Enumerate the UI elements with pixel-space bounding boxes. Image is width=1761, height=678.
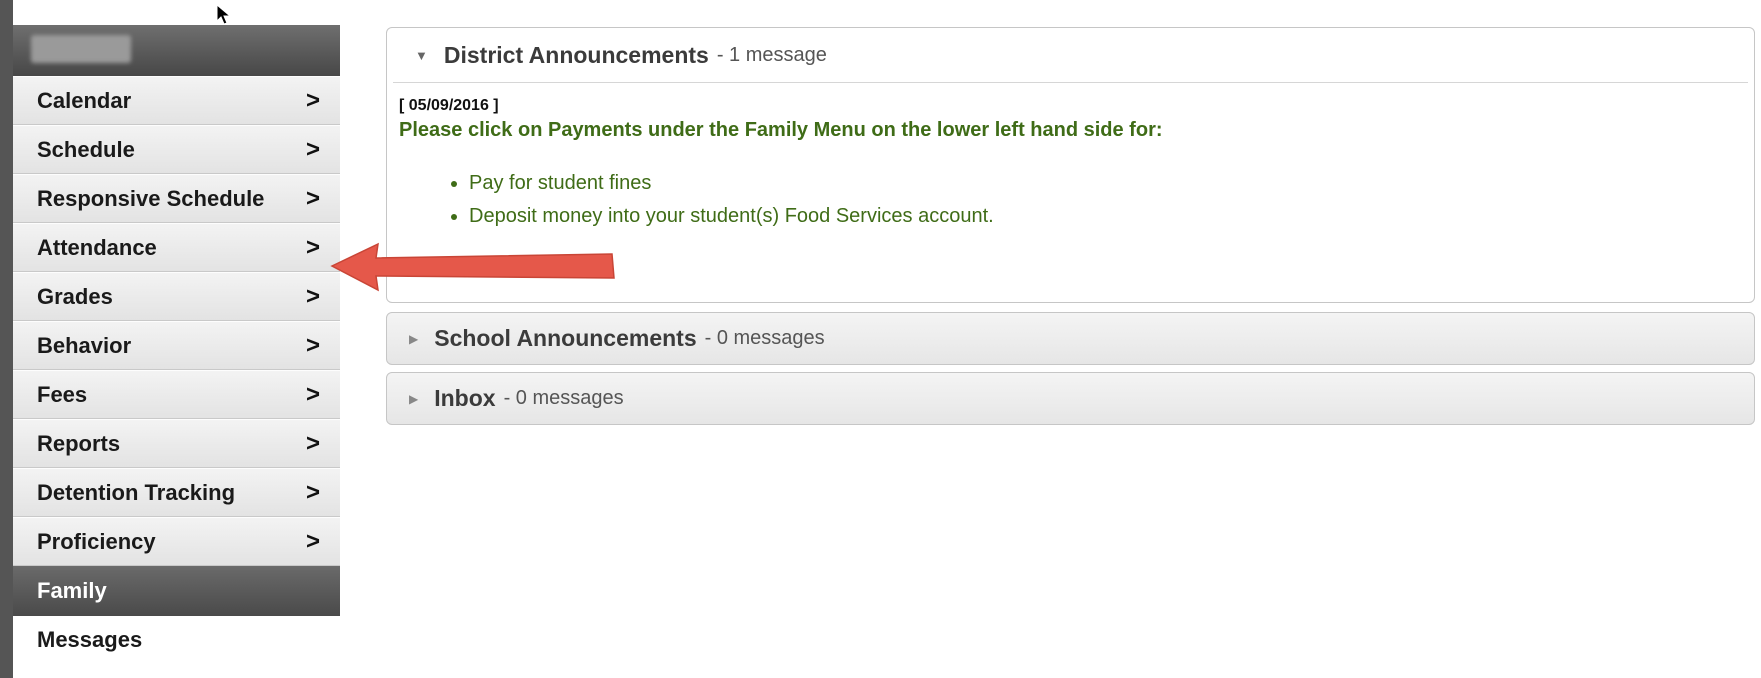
sidebar-item-label: Behavior	[37, 332, 132, 358]
sidebar-item-responsive-schedule[interactable]: Responsive Schedule >	[13, 174, 340, 223]
sidebar-item-proficiency[interactable]: Proficiency >	[13, 517, 340, 566]
sidebar-item-label: Attendance	[37, 234, 157, 260]
message-count: - 0 messages	[704, 327, 825, 349]
sidebar-item-fees[interactable]: Fees >	[13, 370, 340, 419]
chevron-right-icon: >	[305, 135, 320, 163]
sidebar-item-messages[interactable]: Messages	[13, 616, 340, 664]
section-label: Family	[37, 578, 107, 603]
chevron-right-icon: >	[305, 331, 320, 359]
sidebar-item-label: Detention Tracking	[37, 479, 236, 505]
chevron-right-icon: >	[305, 478, 320, 506]
school-announcements-panel[interactable]: ▶ School Announcements - 0 messages	[386, 312, 1755, 365]
sidebar-item-grades[interactable]: Grades >	[13, 272, 340, 321]
list-item: Pay for student fines	[469, 172, 1754, 195]
sidebar-item-label: Schedule	[37, 136, 135, 162]
red-arrow-icon	[330, 242, 615, 292]
sidebar-item-detention-tracking[interactable]: Detention Tracking >	[13, 468, 340, 517]
triangle-right-icon: ▶	[409, 391, 419, 406]
chevron-right-icon: >	[305, 86, 320, 114]
chevron-right-icon: >	[305, 184, 320, 212]
announcement-body: [ 05/09/2016 ] Please click on Payments …	[387, 83, 1754, 228]
sidebar-item-label: Messages	[37, 627, 143, 652]
mouse-cursor-icon	[216, 4, 232, 25]
inbox-panel[interactable]: ▶ Inbox - 0 messages	[386, 372, 1755, 425]
sidebar-item-calendar[interactable]: Calendar >	[13, 76, 340, 125]
announcement-text: Please click on Payments under the Famil…	[399, 119, 1163, 141]
chevron-right-icon: >	[305, 527, 320, 555]
message-count: - 0 messages	[503, 387, 624, 409]
announcement-list: Pay for student fines Deposit money into…	[399, 172, 1754, 228]
sidebar-item-label: Responsive Schedule	[37, 185, 265, 211]
sidebar-item-behavior[interactable]: Behavior >	[13, 321, 340, 370]
window-edge	[0, 0, 13, 678]
sidebar-item-label: Reports	[37, 430, 121, 456]
sidebar-item-attendance[interactable]: Attendance >	[13, 223, 340, 272]
panel-title: School Announcements	[434, 325, 697, 351]
blurred-user-name	[31, 35, 131, 63]
sidebar-item-schedule[interactable]: Schedule >	[13, 125, 340, 174]
sidebar-item-label: Calendar	[37, 87, 132, 113]
panel-title: District Announcements	[443, 41, 709, 68]
triangle-right-icon: ▶	[409, 331, 419, 346]
sidebar-item-label: Grades	[37, 283, 113, 309]
chevron-right-icon: >	[305, 282, 320, 310]
district-announcements-header[interactable]: ▼ District Announcements - 1 message	[393, 28, 1748, 83]
sidebar-item-reports[interactable]: Reports >	[13, 419, 340, 468]
chevron-right-icon: >	[305, 233, 320, 261]
sidebar: Calendar > Schedule > Responsive Schedul…	[13, 25, 340, 664]
panel-title: Inbox	[434, 385, 496, 411]
announcement-date: [ 05/09/2016 ]	[399, 97, 499, 114]
message-count: - 1 message	[716, 43, 827, 66]
chevron-right-icon: >	[305, 429, 320, 457]
sidebar-item-label: Proficiency	[37, 528, 156, 554]
sidebar-header	[13, 25, 340, 76]
chevron-right-icon: >	[305, 380, 320, 408]
sidebar-item-label: Fees	[37, 381, 88, 407]
list-item: Deposit money into your student(s) Food …	[469, 205, 1754, 228]
triangle-down-icon: ▼	[415, 47, 428, 63]
sidebar-section-family: Family	[13, 566, 340, 616]
